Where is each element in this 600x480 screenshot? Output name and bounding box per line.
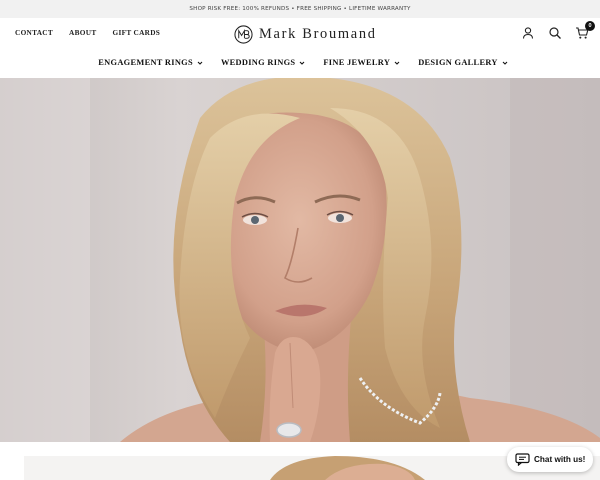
nav-fine-jewelry[interactable]: FINE JEWELRY xyxy=(323,49,400,78)
gift-cards-link[interactable]: GIFT CARDS xyxy=(113,28,161,37)
chevron-down-icon xyxy=(197,61,203,65)
search-icon[interactable] xyxy=(548,26,562,40)
hero-image xyxy=(0,78,600,442)
nav-design-gallery[interactable]: DESIGN GALLERY xyxy=(418,49,508,78)
nav-label: FINE JEWELRY xyxy=(323,58,391,67)
announcement-text: SHOP RISK FREE: 100% REFUNDS • FREE SHIP… xyxy=(189,6,411,12)
site-header: CONTACT ABOUT GIFT CARDS Mark Broumand 0 xyxy=(0,18,600,49)
chevron-down-icon xyxy=(502,61,508,65)
account-icon[interactable] xyxy=(521,26,535,40)
hero-portrait xyxy=(0,78,600,442)
announcement-bar: SHOP RISK FREE: 100% REFUNDS • FREE SHIP… xyxy=(0,0,600,18)
nav-label: DESIGN GALLERY xyxy=(418,58,498,67)
secondary-image xyxy=(265,456,445,480)
main-nav: ENGAGEMENT RINGS WEDDING RINGS FINE JEWE… xyxy=(0,49,600,78)
brand-name: Mark Broumand xyxy=(259,25,377,42)
chat-label: Chat with us! xyxy=(534,455,586,464)
nav-wedding-rings[interactable]: WEDDING RINGS xyxy=(221,49,305,78)
chevron-down-icon xyxy=(299,61,305,65)
nav-label: ENGAGEMENT RINGS xyxy=(98,58,193,67)
cart-icon[interactable]: 0 xyxy=(575,21,595,40)
brand-monogram-icon xyxy=(234,24,253,44)
nav-label: WEDDING RINGS xyxy=(220,58,296,67)
about-link[interactable]: ABOUT xyxy=(69,28,96,37)
contact-link[interactable]: CONTACT xyxy=(15,28,53,37)
header-icons: 0 xyxy=(521,21,595,40)
brand-logo[interactable]: Mark Broumand xyxy=(234,24,377,44)
chat-bubble-icon xyxy=(515,453,530,466)
nav-engagement-rings[interactable]: ENGAGEMENT RINGS xyxy=(98,49,203,78)
chat-button[interactable]: Chat with us! xyxy=(507,447,593,472)
utility-nav: CONTACT ABOUT GIFT CARDS xyxy=(15,28,160,37)
chevron-down-icon xyxy=(394,61,400,65)
cart-count-badge: 0 xyxy=(585,21,595,31)
